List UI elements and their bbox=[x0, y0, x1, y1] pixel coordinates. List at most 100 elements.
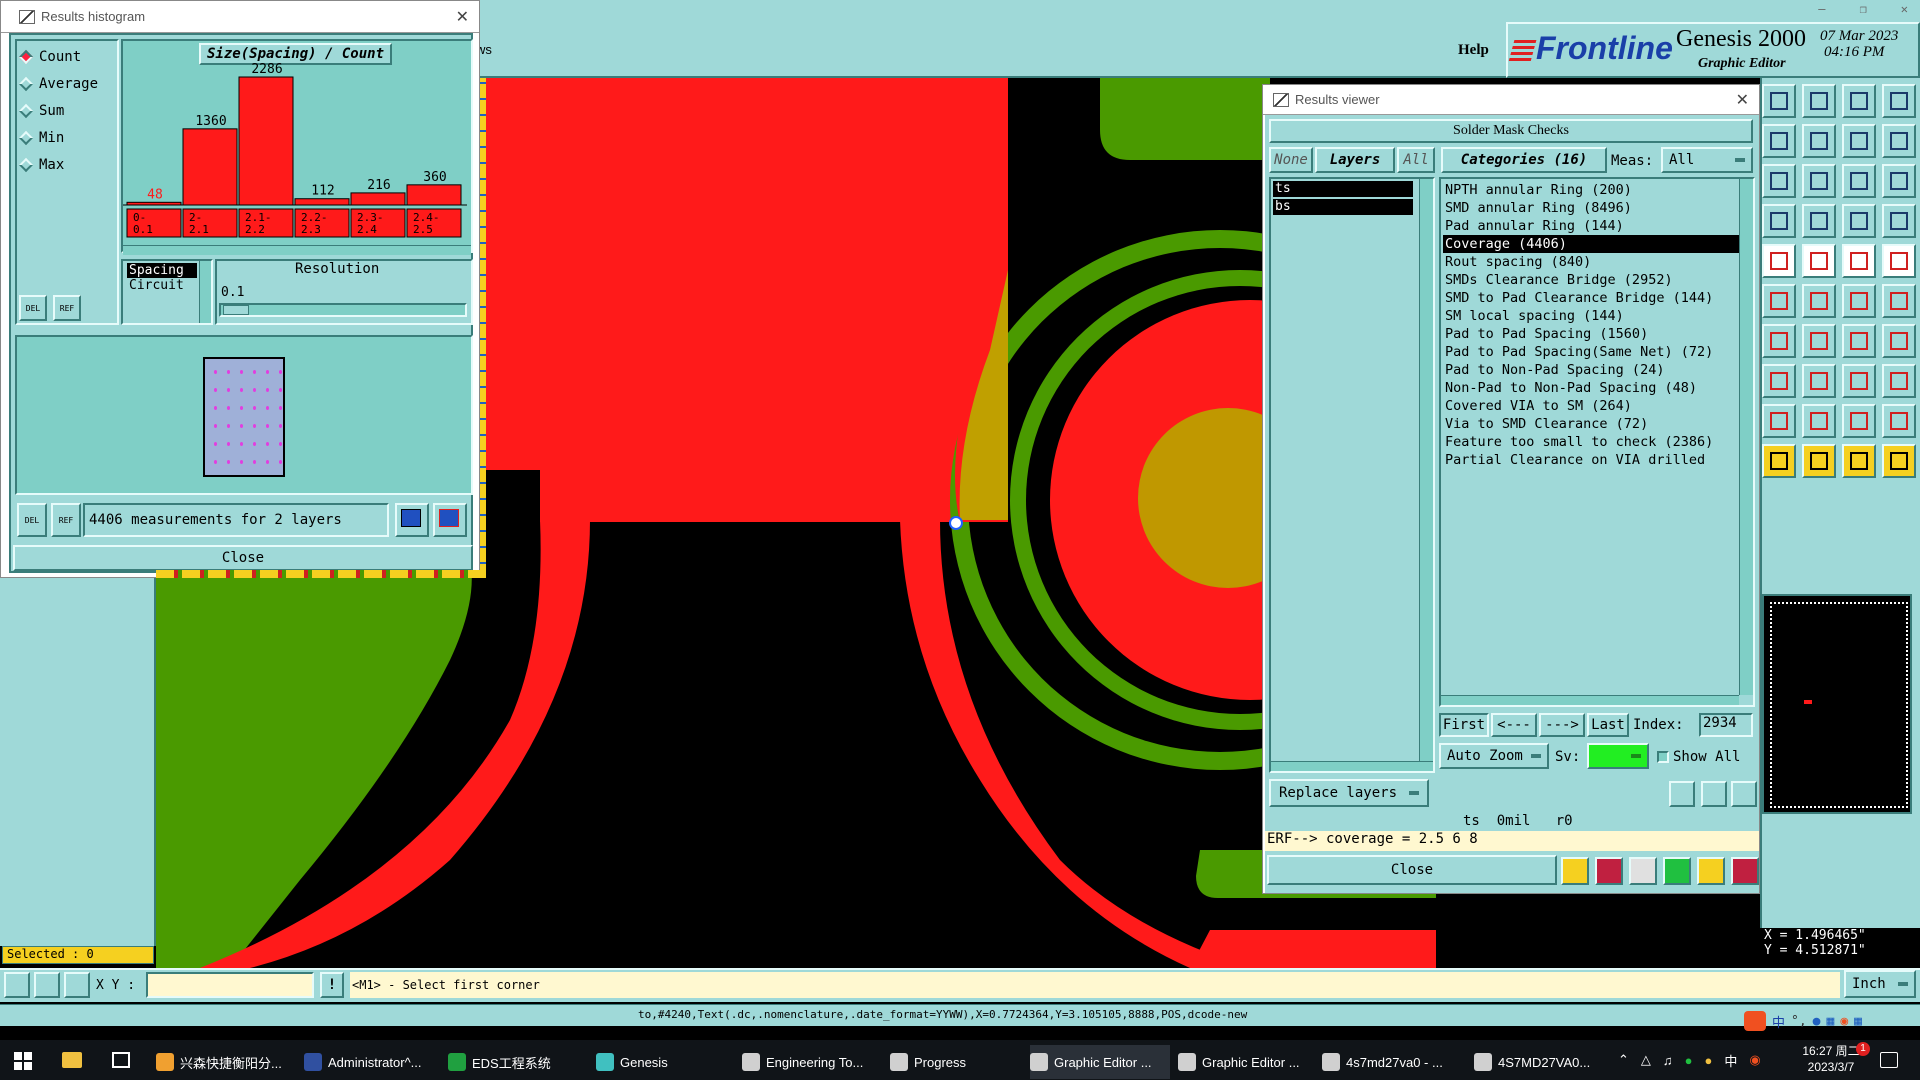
taskbar-item[interactable]: Progress bbox=[890, 1045, 1030, 1079]
copy-icon[interactable] bbox=[1762, 244, 1796, 278]
fit-icon[interactable] bbox=[1762, 164, 1796, 198]
viewer-close-button[interactable]: Close bbox=[1267, 855, 1557, 885]
cross-icon[interactable] bbox=[1802, 284, 1836, 318]
category-item[interactable]: Covered VIA to SM (264) bbox=[1443, 397, 1739, 415]
category-item[interactable]: Via to SMD Clearance (72) bbox=[1443, 415, 1739, 433]
taskbar-item[interactable]: 兴森快捷衡阳分... bbox=[156, 1045, 296, 1079]
close-icon[interactable]: ✕ bbox=[456, 7, 469, 27]
categories-vscroll[interactable] bbox=[1739, 179, 1753, 695]
triangle-icon[interactable] bbox=[1762, 404, 1796, 438]
layer-item-ts[interactable]: ts bbox=[1273, 181, 1413, 197]
network-icon[interactable]: △ bbox=[1641, 1052, 1651, 1068]
grid-icon[interactable] bbox=[64, 972, 90, 998]
erase-icon[interactable] bbox=[1629, 857, 1657, 885]
index-input[interactable]: 2934 bbox=[1699, 713, 1753, 737]
prev-button[interactable]: <--- bbox=[1491, 713, 1537, 737]
metric-list-scrollbar[interactable] bbox=[199, 261, 211, 323]
first-button[interactable]: First bbox=[1439, 713, 1489, 737]
radio-selected-icon[interactable] bbox=[18, 49, 34, 64]
layout-icon[interactable] bbox=[1882, 84, 1916, 118]
save-icon[interactable] bbox=[1802, 84, 1836, 118]
minimize-icon[interactable]: — bbox=[1818, 2, 1825, 18]
line-icon[interactable] bbox=[1762, 324, 1796, 358]
select-icon[interactable] bbox=[1842, 204, 1876, 238]
last-button[interactable]: Last bbox=[1587, 713, 1629, 737]
layers-button[interactable]: Layers bbox=[1315, 147, 1395, 173]
list-item-circuit[interactable]: Circuit bbox=[127, 278, 207, 293]
ruler-icon[interactable] bbox=[1842, 244, 1876, 278]
category-item[interactable]: Rout spacing (840) bbox=[1443, 253, 1739, 271]
export-icon[interactable] bbox=[395, 503, 429, 537]
array-icon[interactable] bbox=[1882, 204, 1916, 238]
layer-item-bs[interactable]: bs bbox=[1273, 199, 1413, 215]
minimap[interactable] bbox=[1762, 594, 1912, 814]
ref-button[interactable] bbox=[1701, 781, 1727, 807]
mode-option-max[interactable]: Max bbox=[18, 151, 117, 178]
home-icon[interactable] bbox=[1842, 84, 1876, 118]
auto-zoom-dropdown[interactable]: Auto Zoom bbox=[1439, 743, 1549, 769]
mode-option-count[interactable]: Count bbox=[18, 43, 117, 70]
histogram-bar[interactable] bbox=[238, 76, 294, 206]
close-icon[interactable]: ✕ bbox=[1901, 2, 1908, 18]
route-box-icon[interactable] bbox=[1842, 364, 1876, 398]
ref-button-bottom[interactable]: REF bbox=[51, 503, 81, 537]
radio-icon[interactable] bbox=[18, 157, 34, 172]
report-icon[interactable] bbox=[1697, 857, 1725, 885]
file-explorer-icon[interactable] bbox=[62, 1052, 82, 1068]
pad-icon[interactable] bbox=[1762, 364, 1796, 398]
tray-lang[interactable]: 中 bbox=[1724, 1051, 1737, 1070]
category-item[interactable]: Pad annular Ring (144) bbox=[1443, 217, 1739, 235]
keyboard-icon[interactable]: ▦ bbox=[1827, 1014, 1835, 1029]
meas-dropdown[interactable]: All bbox=[1661, 147, 1753, 173]
wechat-icon[interactable]: ● bbox=[1685, 1053, 1693, 1068]
scale-icon[interactable] bbox=[1842, 164, 1876, 198]
pointer2-icon[interactable] bbox=[1802, 444, 1836, 478]
start-icon[interactable] bbox=[14, 1052, 32, 1070]
resize-icon[interactable] bbox=[1802, 244, 1836, 278]
radio-icon[interactable] bbox=[18, 130, 34, 145]
del-button-bottom[interactable]: DEL bbox=[17, 503, 47, 537]
category-item[interactable]: NPTH annular Ring (200) bbox=[1443, 181, 1739, 199]
category-item[interactable]: SMD to Pad Clearance Bridge (144) bbox=[1443, 289, 1739, 307]
resolution-slider-thumb[interactable] bbox=[223, 305, 249, 315]
taskbar-item[interactable]: 4s7md27va0 - ... bbox=[1322, 1045, 1462, 1079]
undo-button[interactable] bbox=[1731, 781, 1757, 807]
skin-icon[interactable]: ◉ bbox=[1840, 1014, 1848, 1029]
slash-icon[interactable] bbox=[1802, 324, 1836, 358]
category-item[interactable]: SM local spacing (144) bbox=[1443, 307, 1739, 325]
taskbar-item[interactable]: Graphic Editor ... bbox=[1178, 1045, 1318, 1079]
grid-menu-icon[interactable]: ▦ bbox=[1854, 1014, 1862, 1029]
category-item[interactable]: SMDs Clearance Bridge (2952) bbox=[1443, 271, 1739, 289]
green-check-icon[interactable] bbox=[1663, 857, 1691, 885]
open-icon[interactable] bbox=[1762, 84, 1796, 118]
snap-icon[interactable] bbox=[4, 972, 30, 998]
category-item[interactable]: Partial Clearance on VIA drilled bbox=[1443, 451, 1739, 469]
histogram-icon[interactable] bbox=[1731, 857, 1759, 885]
units-dropdown[interactable]: Inch bbox=[1844, 970, 1916, 998]
chart-scrollbar[interactable] bbox=[123, 245, 471, 255]
show-all-checkbox[interactable] bbox=[1657, 751, 1669, 763]
triangle3-icon[interactable] bbox=[1842, 404, 1876, 438]
category-item[interactable]: SMD annular Ring (8496) bbox=[1443, 199, 1739, 217]
restore-icon[interactable]: ❐ bbox=[1860, 2, 1867, 18]
mode-option-average[interactable]: Average bbox=[18, 70, 117, 97]
notification-badge[interactable]: 1 bbox=[1856, 1042, 1870, 1056]
step-icon[interactable] bbox=[1762, 204, 1796, 238]
all-layers-button[interactable]: All bbox=[1397, 147, 1435, 173]
drill-icon[interactable] bbox=[1882, 364, 1916, 398]
xy-input[interactable] bbox=[146, 972, 314, 998]
histogram-chart[interactable]: 480-0.113602-2.122862.1-2.21122.2-2.3216… bbox=[123, 41, 471, 251]
replace-layers-dropdown[interactable]: Replace layers bbox=[1269, 779, 1429, 807]
measure-icon[interactable] bbox=[34, 972, 60, 998]
circle-icon[interactable] bbox=[1882, 244, 1916, 278]
triangle2-icon[interactable] bbox=[1802, 404, 1836, 438]
taskbar-item[interactable]: Graphic Editor ... bbox=[1030, 1045, 1170, 1079]
del-button[interactable]: DEL bbox=[19, 295, 47, 321]
node-icon[interactable] bbox=[1882, 284, 1916, 318]
pin-icon[interactable] bbox=[1561, 857, 1589, 885]
split-icon[interactable] bbox=[1882, 124, 1916, 158]
histogram-bar[interactable] bbox=[406, 184, 462, 206]
pointer3-icon[interactable] bbox=[1842, 444, 1876, 478]
delete-icon[interactable] bbox=[1595, 857, 1623, 885]
layers-list[interactable] bbox=[1269, 177, 1435, 773]
